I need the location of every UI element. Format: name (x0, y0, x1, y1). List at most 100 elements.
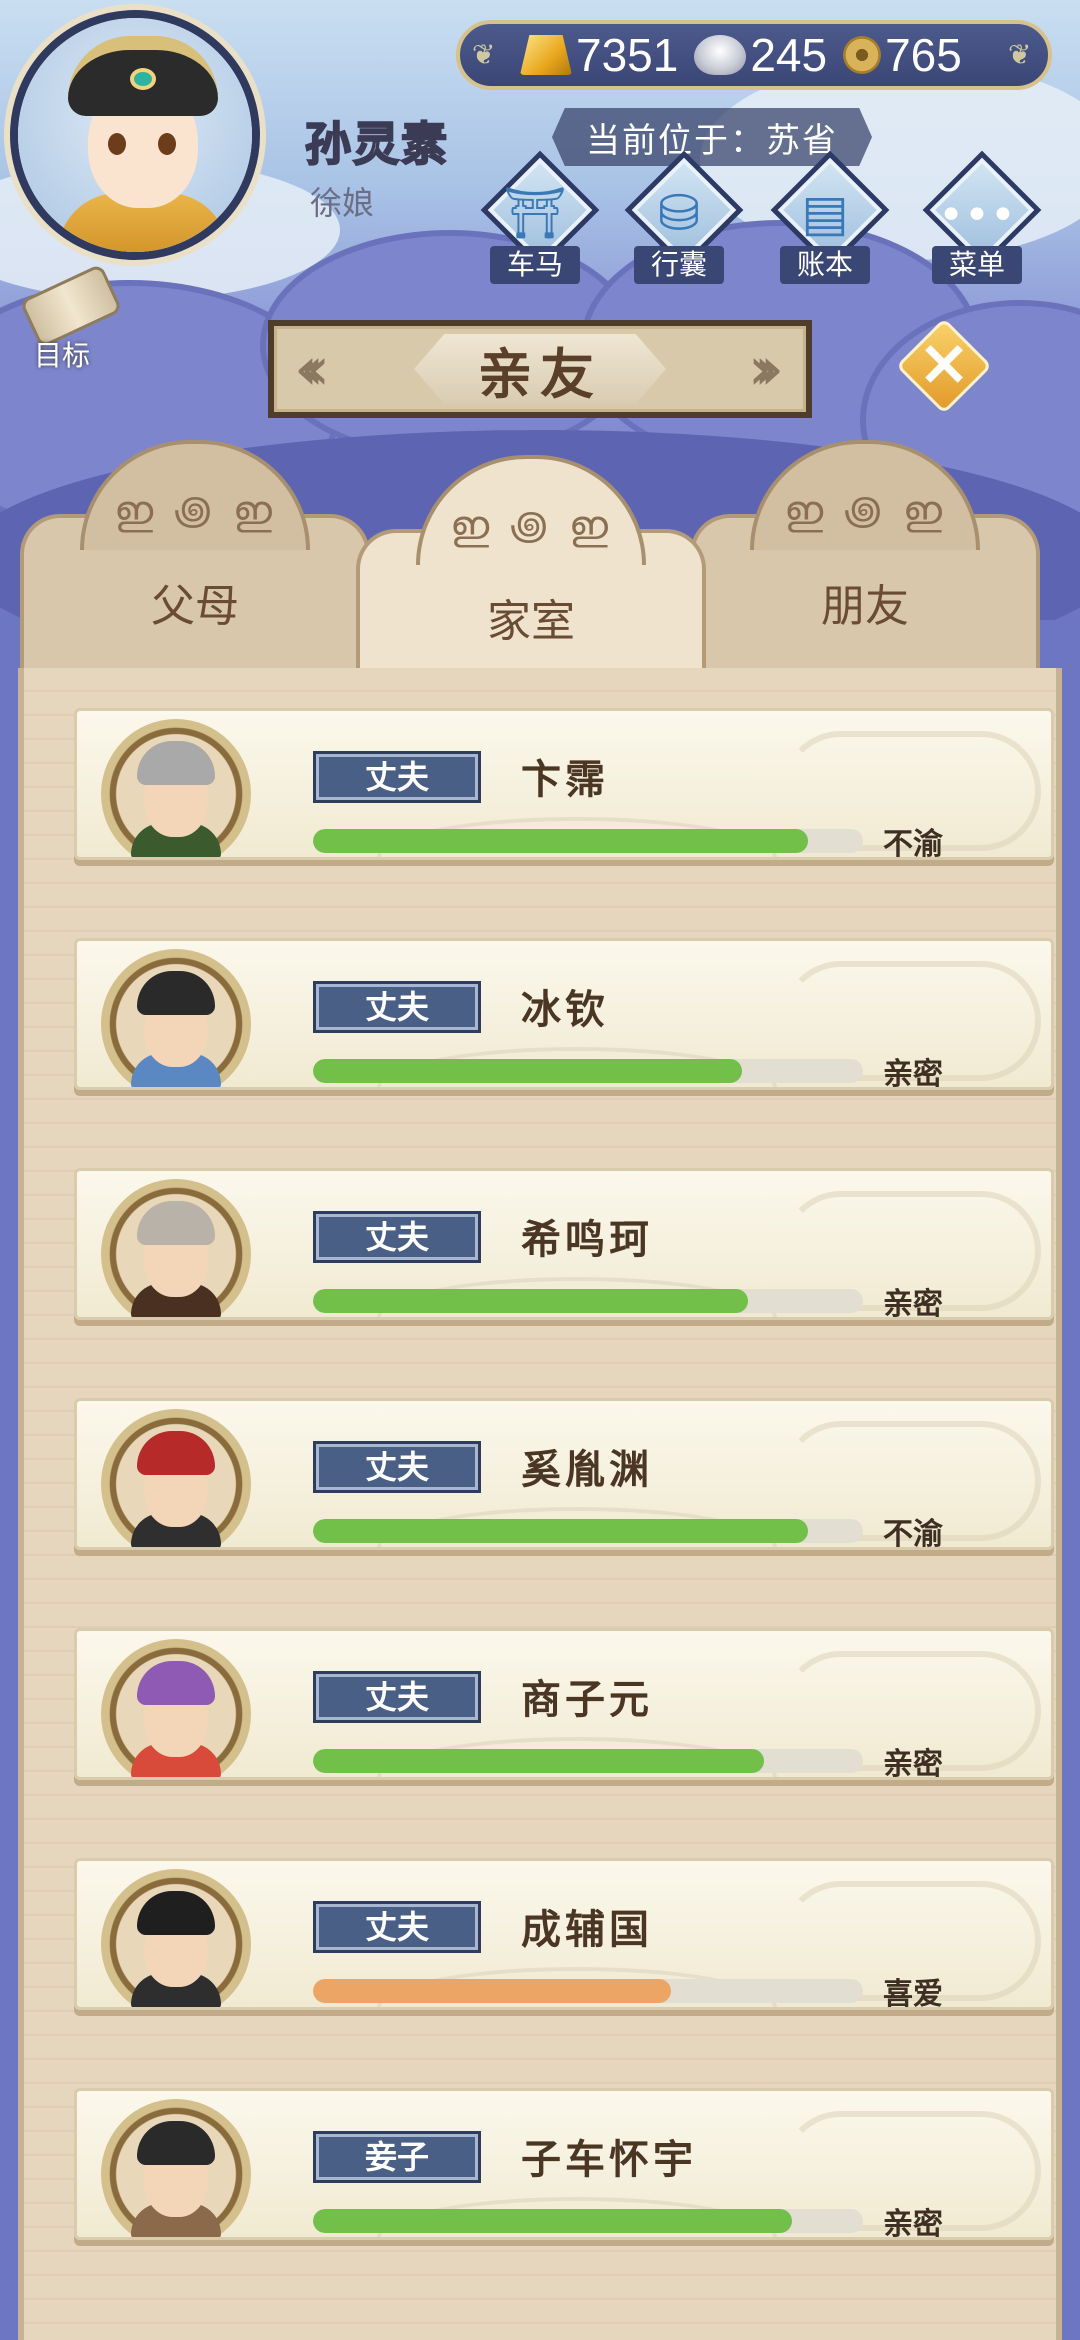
character-name: 卞霈 (521, 757, 609, 803)
bamboo-icon: ❦ (1008, 38, 1032, 71)
gold-currency: 7351 (520, 28, 678, 82)
affection-bar-fill (313, 1059, 742, 1083)
character-portrait[interactable] (101, 719, 251, 857)
relation-card[interactable]: 丈夫 冰钦亲密 (74, 938, 1054, 1090)
relation-tag: 丈夫 (313, 1671, 481, 1723)
relation-tag: 丈夫 (313, 1211, 481, 1263)
relation-tag: 丈夫 (313, 751, 481, 803)
character-name: 希鸣珂 (521, 1217, 653, 1263)
coin-currency: 765 (843, 28, 962, 82)
gold-amount: 7351 (576, 29, 679, 81)
character-portrait[interactable] (101, 1179, 251, 1317)
character-portrait[interactable] (101, 1869, 251, 2007)
affection-bar-fill (313, 1289, 748, 1313)
character-portrait[interactable] (101, 1409, 251, 1547)
tab-family[interactable]: ഇ ꩜ ഇ 家室 (356, 455, 706, 685)
relation-tag: 丈夫 (313, 981, 481, 1033)
avatar-eye (158, 133, 176, 155)
avatar-gem (130, 68, 156, 90)
currency-bar: ❦ 7351 245 765 ❦ (456, 20, 1052, 90)
relation-card[interactable]: 丈夫 卞霈不渝 (74, 708, 1054, 860)
relations-panel: 丈夫 卞霈 不渝 丈夫 冰钦 亲密 丈夫 希鸣珂 亲密 丈夫 奚胤渊 不渝 丈夫 商子元 亲密 丈夫 成辅国 喜爱… (18, 668, 1062, 2340)
attitude-label: 不渝 (883, 1517, 943, 1550)
attitude-label: 亲密 (883, 1747, 943, 1780)
portrait-hair (137, 741, 215, 785)
relation-card[interactable]: 丈夫 成辅国 喜爱 (74, 1858, 1054, 2010)
attitude-label: 不渝 (883, 827, 943, 860)
relation-tag: 妾子 (313, 2131, 481, 2183)
swirl-ornament-icon: ഇ ꩜ ഇ (114, 488, 276, 534)
affection-bar-fill (313, 1519, 808, 1543)
relation-card[interactable]: 丈夫 商子元亲密 (74, 1628, 1054, 1780)
attitude-label: 亲密 (883, 1057, 943, 1090)
tab-label: 家室 (487, 596, 575, 647)
player-name: 孙灵素 (304, 116, 449, 172)
character-portrait[interactable] (101, 949, 251, 1087)
portrait-hair (137, 2121, 215, 2165)
affection-bar-fill (313, 2209, 792, 2233)
character-name: 冰钦 (521, 987, 609, 1033)
affection-bar (313, 2209, 863, 2233)
coin-amount: 765 (885, 29, 962, 81)
avatar-eye (108, 133, 126, 155)
tab-label: 朋友 (821, 581, 909, 632)
portrait-hair (137, 1431, 215, 1475)
carriage-button[interactable]: ⛩ 车马 (476, 150, 600, 286)
relation-card[interactable]: 妾子 子车怀宇亲密 (74, 2088, 1054, 2240)
menu-button[interactable]: ••• 菜单 (918, 150, 1042, 286)
menu-label: 菜单 (932, 246, 1022, 284)
relation-card[interactable]: 丈夫 希鸣珂 亲密 (74, 1168, 1054, 1320)
affection-bar (313, 1749, 863, 1773)
goal-button[interactable]: 目标 (14, 263, 124, 378)
title-banner: ‹‹‹ 亲友 ››› (268, 320, 812, 418)
relation-card[interactable]: 丈夫 奚胤渊不渝 (74, 1398, 1054, 1550)
gold-ingot-icon (520, 35, 572, 75)
bamboo-icon: ❦ (472, 38, 496, 71)
character-name: 奚胤渊 (521, 1447, 653, 1493)
character-name: 子车怀宇 (521, 2137, 697, 2183)
character-portrait[interactable] (101, 1639, 251, 1777)
carriage-icon: ⛩ (503, 184, 567, 242)
ledger-button[interactable]: ▤ 账本 (766, 150, 890, 286)
tab-label: 父母 (151, 581, 239, 632)
bag-button[interactable]: ⛁ 行囊 (620, 150, 744, 286)
affection-bar (313, 1519, 863, 1543)
affection-bar (313, 1059, 863, 1083)
affection-bar-fill (313, 1979, 671, 2003)
goal-label: 目标 (34, 339, 91, 372)
character-name: 商子元 (521, 1677, 653, 1723)
chevron-right-decoration: ››› (748, 334, 784, 404)
close-button[interactable]: × (895, 317, 993, 415)
player-avatar[interactable] (10, 10, 260, 260)
character-portrait[interactable] (101, 2099, 251, 2237)
player-title: 徐娘 (310, 184, 375, 222)
portrait-hair (137, 971, 215, 1015)
ledger-label: 账本 (780, 246, 870, 284)
affection-bar (313, 829, 863, 853)
affection-bar (313, 1979, 863, 2003)
portrait-hair (137, 1201, 215, 1245)
affection-bar (313, 1289, 863, 1313)
page-title: 亲友 (414, 334, 666, 404)
more-icon: ••• (938, 190, 1016, 241)
silver-ingot-icon (694, 35, 747, 75)
swirl-ornament-icon: ഇ ꩜ ഇ (784, 488, 946, 534)
portrait-hair (137, 1891, 215, 1935)
close-icon: × (917, 326, 971, 400)
affection-bar-fill (313, 1749, 764, 1773)
bag-icon: ⛁ (658, 184, 700, 242)
silver-amount: 245 (750, 29, 828, 81)
tab-friends[interactable]: ഇ ꩜ ഇ 朋友 (690, 440, 1040, 670)
relation-tag: 丈夫 (313, 1441, 481, 1493)
tab-parents[interactable]: ഇ ꩜ ഇ 父母 (20, 440, 370, 670)
portrait-hair (137, 1661, 215, 1705)
ledger-icon: ▤ (801, 184, 849, 242)
carriage-label: 车马 (490, 246, 580, 284)
attitude-label: 喜爱 (883, 1977, 943, 2010)
copper-coin-icon (843, 36, 882, 74)
attitude-label: 亲密 (883, 2207, 943, 2240)
chevron-left-decoration: ‹‹‹ (294, 334, 330, 404)
swirl-ornament-icon: ഇ ꩜ ഇ (450, 503, 612, 549)
affection-bar-fill (313, 829, 808, 853)
silver-currency: 245 (694, 28, 827, 82)
